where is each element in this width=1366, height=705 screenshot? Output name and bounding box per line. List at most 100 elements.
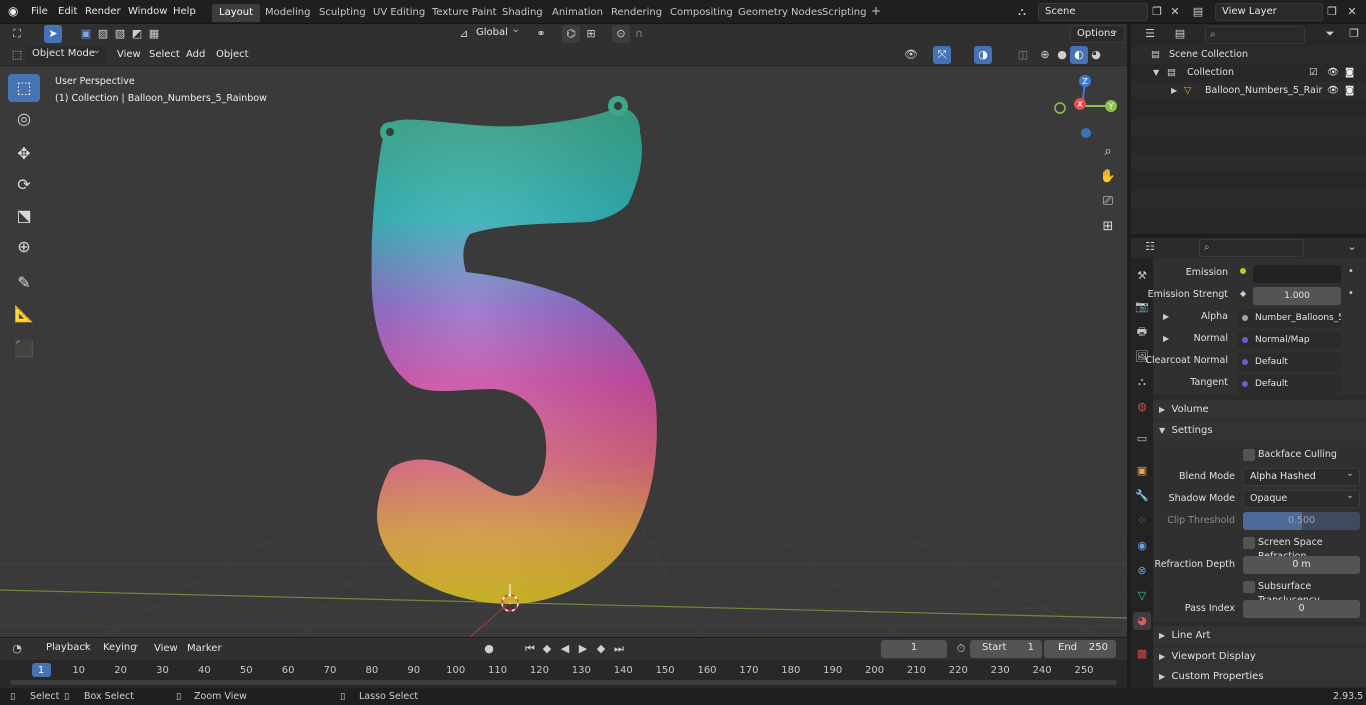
gizmo-neg-y-icon[interactable] (1054, 102, 1066, 114)
menu-object[interactable]: Object (212, 47, 253, 63)
tab-sculpting[interactable]: Sculpting (312, 4, 373, 22)
editor-type-icon[interactable]: ⛶ (8, 25, 26, 43)
add-workspace-icon[interactable]: + (869, 4, 883, 20)
custom-properties-panel-header[interactable]: ▶ Custom Properties (1153, 667, 1366, 687)
blender-logo-icon[interactable]: ◉ (8, 4, 18, 18)
gizmo-toggle-icon[interactable]: ⤧ (933, 46, 951, 64)
tab-animation[interactable]: Animation (545, 4, 610, 22)
shading-wireframe-icon[interactable]: ⊕ (1036, 46, 1054, 64)
refraction-depth-field[interactable]: 0 m (1243, 556, 1360, 574)
settings-panel-header[interactable]: ▼ Settings (1153, 421, 1366, 441)
tab-shading[interactable]: Shading (495, 4, 550, 22)
scale-tool[interactable]: ⬔ (8, 202, 40, 230)
timeline-view-menu[interactable]: View (154, 643, 178, 654)
measure-tool[interactable]: 📐 (8, 300, 40, 328)
visibility-icon[interactable]: 👁 (902, 46, 920, 64)
tab-scripting[interactable]: Scripting (815, 4, 873, 22)
menu-add[interactable]: Add (182, 47, 209, 63)
line-art-panel-header[interactable]: ▶ Line Art (1153, 626, 1366, 646)
zoom-icon[interactable]: ⌕ (1096, 140, 1120, 164)
stopwatch-icon[interactable]: ⏱ (952, 640, 970, 658)
pass-index-field[interactable]: 0 (1243, 600, 1360, 618)
proportional-editing-icon[interactable]: ⊙ (612, 25, 630, 43)
delete-scene-icon[interactable]: ✕ (1166, 3, 1184, 21)
render-camera-icon[interactable]: ◙ (1345, 82, 1354, 100)
mode-extend-icon[interactable]: ▨ (94, 25, 112, 43)
backface-culling-checkbox[interactable] (1243, 449, 1255, 461)
render-camera-icon[interactable]: ◙ (1345, 64, 1354, 82)
keyframe-dot-icon[interactable]: • (1348, 266, 1354, 277)
socket-color-icon[interactable] (1240, 268, 1246, 274)
scene-icon[interactable]: ⛬ (1013, 3, 1031, 21)
mode-invert-icon[interactable]: ◩ (128, 25, 146, 43)
xray-toggle-icon[interactable]: ◫ (1014, 46, 1032, 64)
3d-viewport[interactable] (0, 44, 1127, 637)
filter-icon[interactable]: ⏷ (1321, 25, 1339, 43)
outliner-row-object[interactable]: ▶ ▽ Balloon_Numbers_5_Rair 👁 ◙ (1131, 82, 1366, 100)
pan-hand-icon[interactable]: ✋ (1096, 165, 1120, 189)
pivot-icon[interactable]: ⚭ (532, 25, 550, 43)
navigation-gizmo[interactable]: Z X Y (1050, 72, 1120, 142)
world-tab-icon[interactable]: ◍ (1133, 398, 1151, 416)
balloon-five-object[interactable] (371, 96, 657, 605)
socket-gray-icon[interactable]: ◆ (1240, 289, 1246, 298)
texture-tab-icon[interactable]: ▩ (1133, 645, 1151, 663)
keyframe-dot-icon[interactable]: • (1348, 288, 1354, 299)
new-view-layer-icon[interactable]: ❐ (1323, 3, 1341, 21)
view-layer-icon[interactable]: ▤ (1189, 3, 1207, 21)
properties-search-input[interactable]: ⌕ (1199, 239, 1304, 257)
prev-keyframe-icon[interactable]: ◆ (538, 640, 556, 658)
cursor-tool[interactable]: ◎ (8, 105, 40, 133)
mode-new-icon[interactable]: ▣ (77, 25, 95, 43)
options-chevron-icon[interactable]: ⌄ (1343, 238, 1361, 256)
scene-field[interactable]: Scene (1038, 3, 1148, 21)
jump-end-icon[interactable]: ⏭ (610, 640, 628, 658)
overlays-toggle-icon[interactable]: ◑ (974, 46, 992, 64)
clip-threshold-slider[interactable]: 0.500 (1243, 512, 1360, 530)
playback-dropdown[interactable]: Playback (40, 637, 95, 658)
options-dropdown[interactable]: Options (1070, 23, 1125, 43)
jump-start-icon[interactable]: ⏮ (521, 640, 539, 658)
alpha-link-field[interactable]: Number_Balloons_5... (1237, 309, 1341, 327)
expand-arrow-icon[interactable]: ▶ (1171, 82, 1177, 100)
falloff-icon[interactable]: ∩ (630, 25, 648, 43)
play-icon[interactable]: ▶ (574, 640, 592, 658)
tab-layout[interactable]: Layout (212, 4, 260, 22)
emission-strength-field[interactable]: 1.000 (1253, 287, 1341, 305)
menu-view[interactable]: View (113, 47, 145, 63)
timeline-scrollbar[interactable] (10, 680, 1117, 685)
ssr-checkbox[interactable] (1243, 537, 1255, 549)
tab-uv-editing[interactable]: UV Editing (366, 4, 432, 22)
move-tool[interactable]: ✥ (8, 140, 40, 168)
visibility-eye-icon[interactable]: 👁 (1327, 64, 1339, 82)
transform-tool[interactable]: ⊕ (8, 233, 40, 261)
subsurface-checkbox[interactable] (1243, 581, 1255, 593)
start-frame-field[interactable]: Start 1 (970, 640, 1042, 658)
editor-type-icon[interactable]: ⬚ (8, 46, 26, 64)
delete-view-layer-icon[interactable]: ✕ (1343, 3, 1361, 21)
menu-file[interactable]: File (27, 4, 52, 20)
mode-dropdown[interactable]: Object Mode (26, 43, 106, 64)
display-mode-icon[interactable]: ▤ (1171, 25, 1189, 43)
shading-material-icon[interactable]: ◐ (1070, 46, 1088, 64)
menu-help[interactable]: Help (169, 4, 200, 20)
snap-target-icon[interactable]: ⊞ (582, 25, 600, 43)
blend-mode-dropdown[interactable]: Alpha Hashed (1243, 466, 1360, 486)
tab-compositing[interactable]: Compositing (663, 4, 740, 22)
select-box-tool[interactable]: ⬚ (8, 74, 40, 102)
tab-rendering[interactable]: Rendering (604, 4, 669, 22)
mode-subtract-icon[interactable]: ▧ (111, 25, 129, 43)
end-frame-field[interactable]: End 250 (1044, 640, 1116, 658)
shading-solid-icon[interactable]: ● (1053, 46, 1071, 64)
timeline-marker-menu[interactable]: Marker (187, 643, 222, 654)
tangent-field[interactable]: Default (1237, 375, 1341, 393)
volume-panel-header[interactable]: ▶ Volume (1153, 400, 1366, 420)
emission-color-swatch[interactable] (1253, 265, 1341, 283)
play-reverse-icon[interactable]: ◀ (556, 640, 574, 658)
menu-render[interactable]: Render (81, 4, 125, 20)
transform-orientation-dropdown[interactable]: Global (470, 22, 525, 43)
properties-editor-icon[interactable]: ☷ (1141, 238, 1159, 256)
visibility-eye-icon[interactable]: 👁 (1327, 82, 1339, 100)
auto-keying-icon[interactable]: ● (480, 640, 498, 658)
menu-window[interactable]: Window (124, 4, 171, 20)
